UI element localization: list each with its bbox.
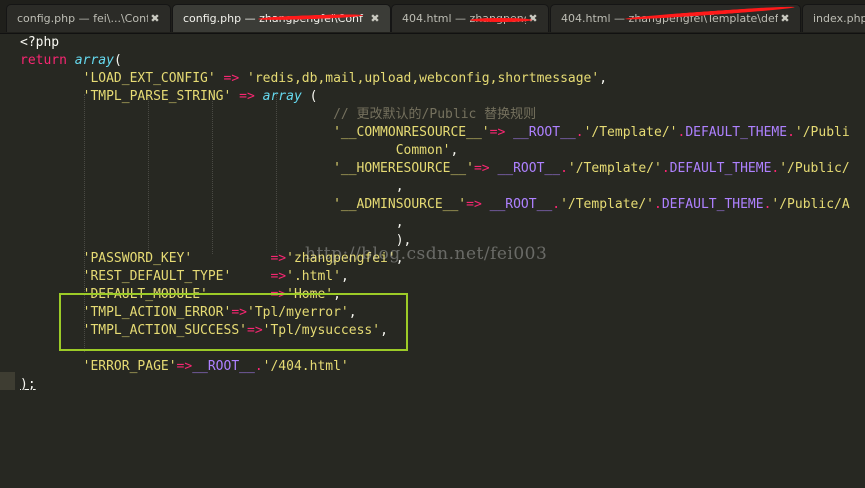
code-line: <?php [20, 35, 60, 50]
highlight-box [59, 293, 408, 351]
code-line: 'LOAD_EXT_CONFIG' => 'redis,db,mail,uplo… [82, 71, 608, 86]
code-line: return array( [20, 53, 122, 68]
code-editor[interactable]: <?php return array( 'LOAD_EXT_CONFIG' =>… [0, 34, 865, 488]
close-icon[interactable]: ✖ [148, 12, 162, 25]
code-line: ); [20, 377, 36, 392]
close-icon[interactable]: ✖ [778, 12, 792, 25]
current-line-marker [0, 372, 15, 390]
code-line: '__ADMINSOURCE__'=> __ROOT__.'/Template/… [333, 197, 850, 212]
code-line: '__COMMONRESOURCE__'=> __ROOT__.'/Templa… [333, 125, 850, 140]
code-line: 'TMPL_PARSE_STRING' => array ( [82, 89, 318, 104]
code-line: '__HOMERESOURCE__'=> __ROOT__.'/Template… [333, 161, 850, 176]
tab-title: index.php [813, 12, 865, 25]
close-icon[interactable]: ✖ [368, 12, 382, 25]
tab-config-php-1[interactable]: config.php — fei\...\Conf ✖ [6, 4, 171, 32]
watermark: http://blog.csdn.net/fei003 [305, 244, 548, 264]
code-line: Common', [395, 143, 459, 158]
tab-title: config.php — fei\...\Conf [17, 12, 148, 25]
code-line: 'ERROR_PAGE'=>__ROOT__.'/404.html' [82, 359, 349, 374]
code-line: , [395, 215, 404, 230]
redaction-scribble [470, 18, 532, 22]
code-line: , [395, 179, 404, 194]
tab-index-php[interactable]: index.php [802, 4, 865, 32]
code-line: // 更改默认的/Public 替换规则 [333, 107, 537, 122]
code-line: 'REST_DEFAULT_TYPE' =>'.html', [82, 269, 349, 284]
tab-bar: config.php — fei\...\Conf ✖ config.php —… [0, 0, 865, 34]
